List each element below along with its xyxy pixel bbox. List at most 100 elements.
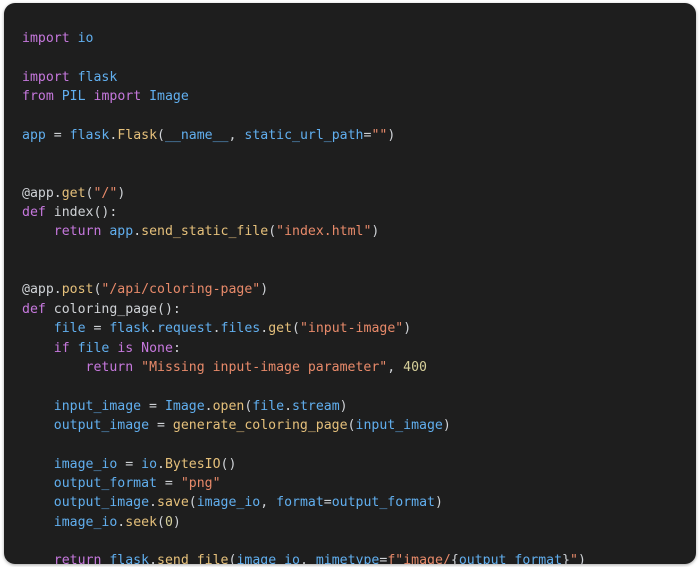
- code-line: @app.post("/api/coloring-page"): [22, 280, 696, 299]
- code-token: flask: [109, 553, 150, 564]
- code-line: output_image = generate_coloring_page(in…: [22, 416, 696, 435]
- code-token: Flask: [117, 127, 158, 143]
- code-token: =: [323, 495, 332, 511]
- code-token: .: [284, 398, 293, 414]
- code-token: app: [109, 224, 134, 240]
- code-token: "Missing input-image parameter": [141, 359, 388, 375]
- code-token: def: [22, 205, 46, 221]
- code-line: import flask: [22, 68, 696, 87]
- code-token: is: [117, 340, 134, 356]
- code-token: {: [450, 553, 459, 564]
- python-code-block[interactable]: import io import flask from PIL import Im…: [4, 3, 696, 564]
- code-token: return: [53, 553, 102, 564]
- code-token: open: [212, 398, 245, 414]
- code-token: =: [45, 127, 70, 143]
- code-token: (: [347, 417, 356, 433]
- code-line: return flask.send_file(image_io, mimetyp…: [22, 551, 696, 564]
- code-token: .: [149, 495, 157, 511]
- code-token: ): [577, 553, 586, 564]
- code-token: ): [339, 398, 348, 414]
- code-token: .: [157, 456, 165, 472]
- code-line: from PIL import Image: [22, 87, 696, 106]
- code-token: file: [53, 321, 86, 337]
- code-token: file: [77, 340, 110, 356]
- code-token: ": [570, 553, 578, 564]
- code-line: image_io = io.BytesIO(): [22, 455, 696, 474]
- code-token: import: [22, 31, 70, 46]
- code-token: send_static_file: [141, 224, 269, 240]
- code-token: ): [387, 127, 396, 143]
- code-token: Image: [164, 398, 205, 414]
- code-line: def index():: [22, 203, 696, 222]
- code-token: send_file: [157, 553, 229, 564]
- code-token: (): [220, 456, 237, 472]
- code-line: output_format = "png": [22, 474, 696, 493]
- code-token: .: [133, 224, 142, 240]
- code-token: =: [156, 475, 181, 491]
- code-token: =: [141, 398, 165, 414]
- code-token: flask: [77, 69, 118, 85]
- code-token: "": [371, 127, 388, 143]
- code-token: ): [260, 282, 269, 298]
- code-token: get: [61, 185, 86, 201]
- code-token: PIL: [61, 89, 86, 105]
- code-token: "index.html": [276, 224, 372, 240]
- code-token: if: [53, 340, 70, 356]
- code-token: import: [22, 69, 70, 85]
- code-token: seek: [125, 514, 158, 530]
- code-token: =: [85, 321, 110, 337]
- code-token: .: [260, 321, 269, 337]
- code-line: @app.get("/"): [22, 184, 696, 203]
- code-token: output_image: [53, 495, 150, 511]
- code-token: output_format: [458, 553, 563, 564]
- code-token: image_io: [236, 553, 300, 564]
- code-token: generate_coloring_page: [172, 417, 348, 433]
- code-token: 0: [164, 514, 173, 530]
- code-line: import io: [22, 29, 696, 48]
- code-token: "image/: [395, 553, 451, 564]
- code-line: app = flask.Flask(__name__, static_url_p…: [22, 126, 696, 145]
- code-token: ,: [260, 495, 277, 511]
- code-token: BytesIO: [164, 456, 221, 472]
- code-token: (: [157, 127, 165, 143]
- code-token: io: [77, 31, 94, 46]
- code-token: coloring_page: [53, 301, 157, 317]
- code-token: "input-image": [299, 321, 404, 337]
- code-token: return: [85, 359, 134, 375]
- code-token: index: [53, 205, 94, 221]
- code-token: None: [141, 340, 173, 356]
- code-token: "png": [180, 475, 221, 491]
- code-token: ():: [93, 205, 118, 221]
- code-token: (: [292, 321, 300, 337]
- code-line: if file is None:: [22, 339, 696, 358]
- code-token: ): [442, 417, 451, 433]
- code-token: "/api/coloring-page": [101, 282, 261, 298]
- code-line: output_image.save(image_io, format=outpu…: [22, 493, 696, 512]
- code-line: input_image = Image.open(file.stream): [22, 397, 696, 416]
- code-token: .: [204, 398, 213, 414]
- code-line: return app.send_static_file("index.html"…: [22, 222, 696, 241]
- code-token: image_io: [196, 495, 261, 511]
- code-token: ): [117, 185, 126, 201]
- code-token: return: [53, 224, 102, 240]
- code-token: format: [276, 495, 324, 511]
- code-token: @app.: [22, 185, 62, 201]
- code-token: request: [157, 321, 213, 337]
